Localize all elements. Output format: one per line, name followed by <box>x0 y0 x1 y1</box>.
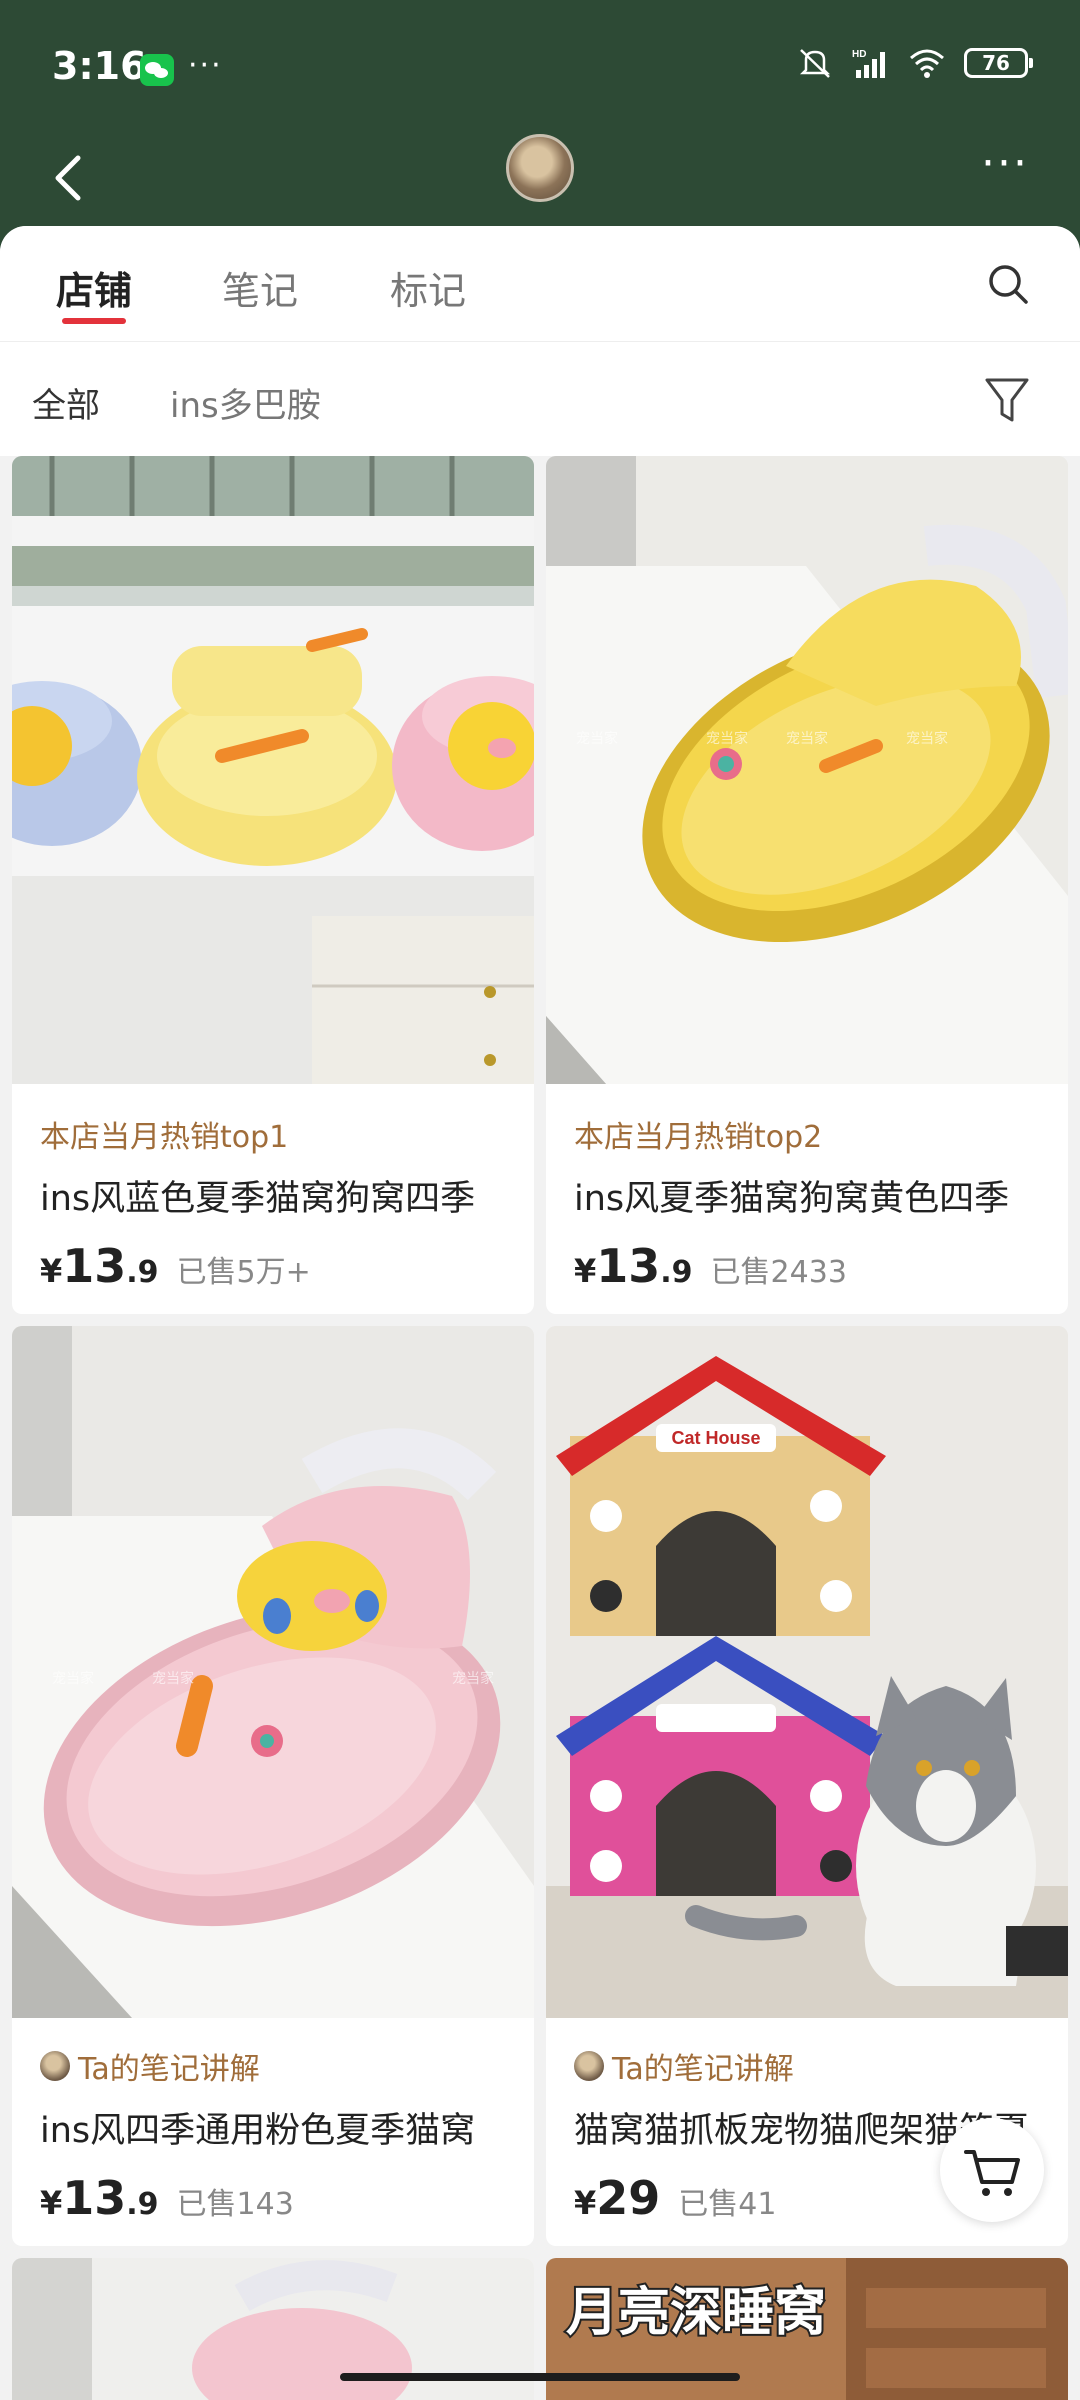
search-icon[interactable] <box>984 260 1032 308</box>
price-currency: ¥ <box>40 2184 63 2222</box>
tab-notes[interactable]: 笔记 <box>222 260 298 315</box>
status-bar: 3:16 ··· HD 76 <box>0 0 1080 120</box>
shop-sheet: 店铺 笔记 标记 全部 ins多巴胺 本店当月热销top1 ins风蓝色夏季猫窝… <box>0 226 1080 2400</box>
price-integer: 29 <box>596 2171 661 2225</box>
sold-count: 已售2433 <box>710 1255 847 1290</box>
price-decimal: .9 <box>126 1255 159 1290</box>
price-decimal: .9 <box>660 1255 693 1290</box>
image-watermark: 宠当家 <box>906 731 948 747</box>
price-currency: ¥ <box>574 1252 597 1290</box>
price-integer: 13 <box>62 1239 127 1293</box>
image-watermark: 宠当家 <box>706 731 748 747</box>
note-badge[interactable]: Ta的笔记讲解 <box>40 2044 506 2088</box>
note-badge-label: Ta的笔记讲解 <box>78 2052 260 2087</box>
sold-count: 已售5万+ <box>176 1255 311 1290</box>
product-title: ins风四季通用粉色夏季猫窝 <box>40 2111 476 2151</box>
status-time: 3:16 <box>52 44 147 88</box>
product-image <box>12 456 534 1084</box>
product-title: ins风蓝色夏季猫窝狗窝四季 <box>40 1179 476 1219</box>
mute-icon <box>799 49 831 78</box>
price-decimal: .9 <box>126 2187 159 2222</box>
filter-chip-all[interactable]: 全部 <box>32 378 100 427</box>
cart-icon <box>964 2150 1020 2196</box>
image-watermark: 宠当家 <box>452 1671 494 1687</box>
tab-shop[interactable]: 店铺 <box>56 260 132 315</box>
note-badge-label: Ta的笔记讲解 <box>612 2052 794 2087</box>
product-price: ¥ 13 .9 已售2433 <box>574 1239 1040 1293</box>
product-image: Cat House <box>546 1326 1068 2018</box>
product-card[interactable]: 宠当家 宠当家 宠当家 宠当家 本店当月热销top2 ins风夏季猫窝狗窝黄色四… <box>546 456 1068 1314</box>
image-watermark: 宠当家 <box>152 1671 194 1687</box>
wifi-icon <box>910 49 944 78</box>
image-watermark: 宠当家 <box>786 731 828 747</box>
product-price: ¥ 13 .9 已售143 <box>40 2171 506 2225</box>
product-price: ¥ 13 .9 已售5万+ <box>40 1239 506 1293</box>
price-currency: ¥ <box>574 2184 597 2222</box>
product-image: 宠当家 宠当家 宠当家 宠当家 <box>546 456 1068 1084</box>
note-badge[interactable]: Ta的笔记讲解 <box>574 2044 1040 2088</box>
active-tab-indicator <box>62 318 126 324</box>
product-card[interactable]: Cat House Ta的笔记讲解 猫窝猫抓板宠物猫爬架猫笼夏 ¥ 29 已售4… <box>546 1326 1068 2246</box>
battery-icon: 76 <box>964 48 1033 78</box>
product-image: 宠当家 宠当家 宠当家 <box>12 1326 534 2018</box>
banner-text: 月亮深睡窝 <box>566 2283 826 2343</box>
tab-bar: 店铺 笔记 标记 <box>0 226 1080 342</box>
image-watermark: 宠当家 <box>576 731 618 747</box>
product-card[interactable]: 本店当月热销top1 ins风蓝色夏季猫窝狗窝四季 ¥ 13 .9 已售5万+ <box>12 456 534 1314</box>
sold-count: 已售41 <box>678 2187 777 2222</box>
back-button[interactable] <box>40 148 100 208</box>
cat-house-sign: Cat House <box>671 1428 760 1448</box>
sold-count: 已售143 <box>176 2187 294 2222</box>
notification-more-indicator: ··· <box>188 48 223 83</box>
price-integer: 13 <box>62 2171 127 2225</box>
filter-chip-ins[interactable]: ins多巴胺 <box>170 378 321 427</box>
author-avatar <box>574 2051 604 2081</box>
nav-bar: ··· <box>0 130 1080 230</box>
cart-button[interactable] <box>940 2118 1044 2222</box>
product-badge: 本店当月热销top2 <box>574 1120 823 1155</box>
author-avatar <box>40 2051 70 2081</box>
more-button[interactable]: ··· <box>970 142 1040 194</box>
product-title: ins风夏季猫窝狗窝黄色四季 <box>574 1179 1010 1219</box>
filter-icon[interactable] <box>982 372 1032 428</box>
image-watermark: 宠当家 <box>52 1671 94 1687</box>
home-indicator[interactable] <box>340 2373 740 2381</box>
shop-avatar[interactable] <box>506 134 574 202</box>
product-badge: 本店当月热销top1 <box>40 1120 289 1155</box>
price-integer: 13 <box>596 1239 661 1293</box>
signal-icon: HD <box>852 49 885 78</box>
tab-marks[interactable]: 标记 <box>390 260 466 315</box>
filter-bar: 全部 ins多巴胺 <box>0 342 1080 456</box>
wechat-icon <box>140 54 174 86</box>
product-card[interactable]: 宠当家 宠当家 宠当家 Ta的笔记讲解 ins风四季通用粉色夏季猫窝 ¥ 13 … <box>12 1326 534 2246</box>
svg-text:HD: HD <box>852 49 866 60</box>
price-currency: ¥ <box>40 1252 63 1290</box>
